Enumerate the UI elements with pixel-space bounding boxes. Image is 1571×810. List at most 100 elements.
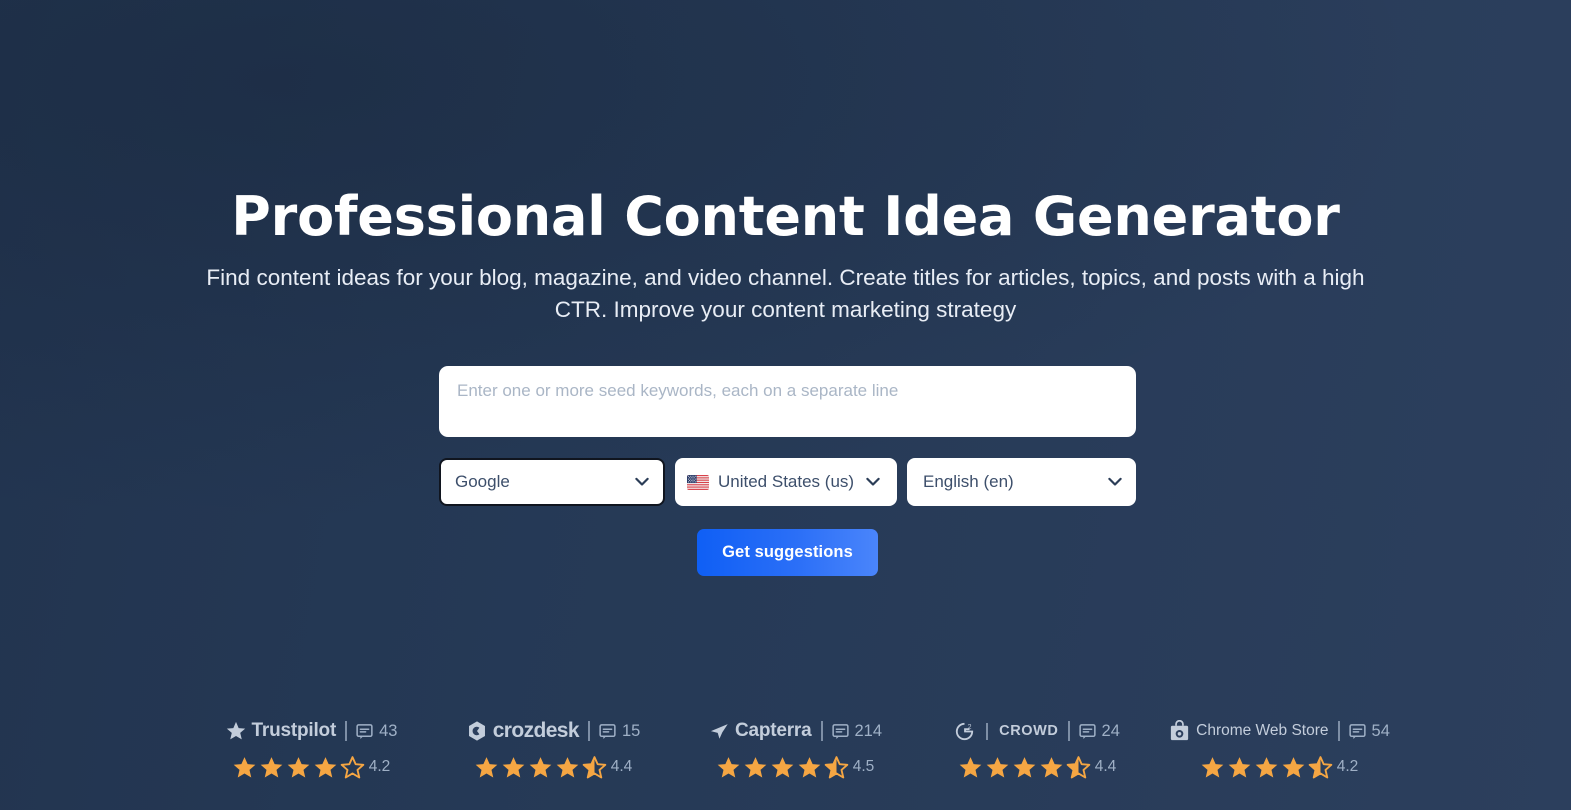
rating-value: 4.2 bbox=[1336, 758, 1359, 775]
stars-row: 4.5 bbox=[716, 754, 875, 780]
chevron-down-icon bbox=[866, 477, 880, 487]
review-count: 24 bbox=[1101, 721, 1120, 740]
cta-row: Get suggestions bbox=[439, 529, 1136, 576]
star-half-icon bbox=[1308, 755, 1333, 780]
svg-text:2: 2 bbox=[968, 723, 972, 730]
star-full-icon bbox=[797, 755, 822, 780]
divider bbox=[345, 721, 348, 741]
review-count-group: 24 bbox=[1078, 721, 1120, 741]
review-count: 54 bbox=[1371, 721, 1390, 740]
chevron-down-icon bbox=[635, 477, 649, 487]
star-full-icon bbox=[958, 755, 983, 780]
badge-header: Chrome Web Store 54 bbox=[1168, 718, 1390, 744]
stars-row: 4.4 bbox=[958, 754, 1117, 780]
review-count: 15 bbox=[621, 721, 641, 740]
chrome-web-store-icon bbox=[1168, 719, 1191, 743]
trustpilot-star-icon bbox=[225, 720, 247, 742]
review-count: 214 bbox=[854, 721, 883, 740]
us-flag-icon bbox=[687, 474, 709, 490]
divider bbox=[1067, 721, 1070, 741]
comment-icon bbox=[1348, 723, 1366, 740]
badge-header: Capterra 214 bbox=[708, 718, 882, 744]
rating-value: 4.5 bbox=[852, 758, 875, 775]
badge-header: crozdesk 15 bbox=[466, 718, 640, 744]
review-count-group: 214 bbox=[831, 721, 883, 741]
crozdesk-icon bbox=[466, 720, 488, 742]
comment-icon bbox=[356, 723, 373, 740]
filters-row: Google United States (us) English (en) bbox=[439, 458, 1136, 506]
language-value: English (en) bbox=[923, 472, 1014, 491]
star-full-icon bbox=[1254, 755, 1279, 780]
review-badge-capterra: Capterra 214 4.5 bbox=[674, 718, 916, 780]
language-select[interactable]: English (en) bbox=[907, 458, 1136, 506]
divider bbox=[820, 721, 823, 741]
hero-section: Professional Content Idea Generator Find… bbox=[0, 0, 1571, 326]
review-count-group: 54 bbox=[1348, 721, 1390, 741]
get-suggestions-button[interactable]: Get suggestions bbox=[697, 529, 878, 576]
brand-crozdesk[interactable]: crozdesk bbox=[466, 719, 580, 743]
star-full-icon bbox=[555, 755, 580, 780]
page-subtitle: Find content ideas for your blog, magazi… bbox=[206, 265, 1365, 322]
rating-value: 4.4 bbox=[1094, 758, 1117, 775]
search-form: Google bbox=[439, 366, 1136, 576]
stars-row: 4.2 bbox=[232, 754, 391, 780]
star-full-icon bbox=[1200, 755, 1225, 780]
capterra-icon bbox=[708, 720, 730, 742]
comment-icon bbox=[1078, 723, 1096, 740]
star-full-icon bbox=[716, 755, 741, 780]
star-full-icon bbox=[743, 755, 768, 780]
comment-icon bbox=[599, 723, 616, 740]
search-engine-select[interactable]: Google bbox=[439, 458, 665, 506]
divider bbox=[986, 722, 989, 740]
chevron-down-icon bbox=[1108, 477, 1122, 487]
search-engine-value: Google bbox=[455, 472, 510, 491]
brand-label: Trustpilot bbox=[251, 720, 337, 741]
rating-value: 4.2 bbox=[368, 758, 391, 775]
badge-header: Trustpilot 43 bbox=[225, 718, 397, 744]
star-full-icon bbox=[1039, 755, 1064, 780]
review-count-group: 43 bbox=[356, 722, 397, 741]
star-half-icon bbox=[824, 755, 849, 780]
review-badge-trustpilot: Trustpilot 43 4.2 bbox=[190, 718, 432, 780]
badge-header: 2 CROWD 24 bbox=[954, 718, 1120, 744]
star-full-icon bbox=[474, 755, 499, 780]
review-badge-crozdesk: crozdesk 15 4.4 bbox=[432, 718, 674, 780]
star-full-icon bbox=[313, 755, 338, 780]
brand-g2crowd[interactable]: 2 CROWD bbox=[954, 721, 1058, 742]
review-count: 43 bbox=[379, 721, 398, 740]
divider bbox=[1337, 721, 1340, 741]
star-full-icon bbox=[985, 755, 1010, 780]
review-badge-chrome-web-store: Chrome Web Store 54 4.2 bbox=[1158, 718, 1400, 780]
review-badges: Trustpilot 43 4.2 crozdesk 15 4.4 Capter… bbox=[190, 718, 1400, 780]
star-full-icon bbox=[1012, 755, 1037, 780]
star-full-icon bbox=[528, 755, 553, 780]
star-full-icon bbox=[286, 755, 311, 780]
star-full-icon bbox=[770, 755, 795, 780]
star-full-icon bbox=[259, 755, 284, 780]
country-select[interactable]: United States (us) bbox=[675, 458, 897, 506]
star-full-icon bbox=[232, 755, 257, 780]
star-full-icon bbox=[1227, 755, 1252, 780]
star-full-icon bbox=[501, 755, 526, 780]
brand-label: CROWD bbox=[999, 723, 1059, 739]
brand-capterra[interactable]: Capterra bbox=[708, 720, 812, 742]
brand-label: Chrome Web Store bbox=[1196, 722, 1329, 739]
g2-crowd-icon: 2 bbox=[954, 721, 975, 742]
brand-label: crozdesk bbox=[492, 719, 580, 742]
seed-keywords-input[interactable] bbox=[439, 366, 1136, 437]
star-empty-icon bbox=[340, 755, 365, 780]
brand-label: Capterra bbox=[734, 720, 812, 741]
review-badge-g2crowd: 2 CROWD 24 4.4 bbox=[916, 718, 1158, 780]
star-full-icon bbox=[1281, 755, 1306, 780]
rating-value: 4.4 bbox=[610, 758, 633, 775]
comment-icon bbox=[831, 723, 849, 740]
star-half-icon bbox=[582, 755, 607, 780]
star-half-icon bbox=[1066, 755, 1091, 780]
page-title: Professional Content Idea Generator bbox=[231, 185, 1340, 248]
divider bbox=[587, 721, 590, 741]
stars-row: 4.4 bbox=[474, 754, 633, 780]
brand-chrome-web-store[interactable]: Chrome Web Store bbox=[1168, 719, 1329, 743]
stars-row: 4.2 bbox=[1200, 754, 1359, 780]
brand-trustpilot[interactable]: Trustpilot bbox=[225, 720, 337, 742]
review-count-group: 15 bbox=[599, 722, 640, 741]
